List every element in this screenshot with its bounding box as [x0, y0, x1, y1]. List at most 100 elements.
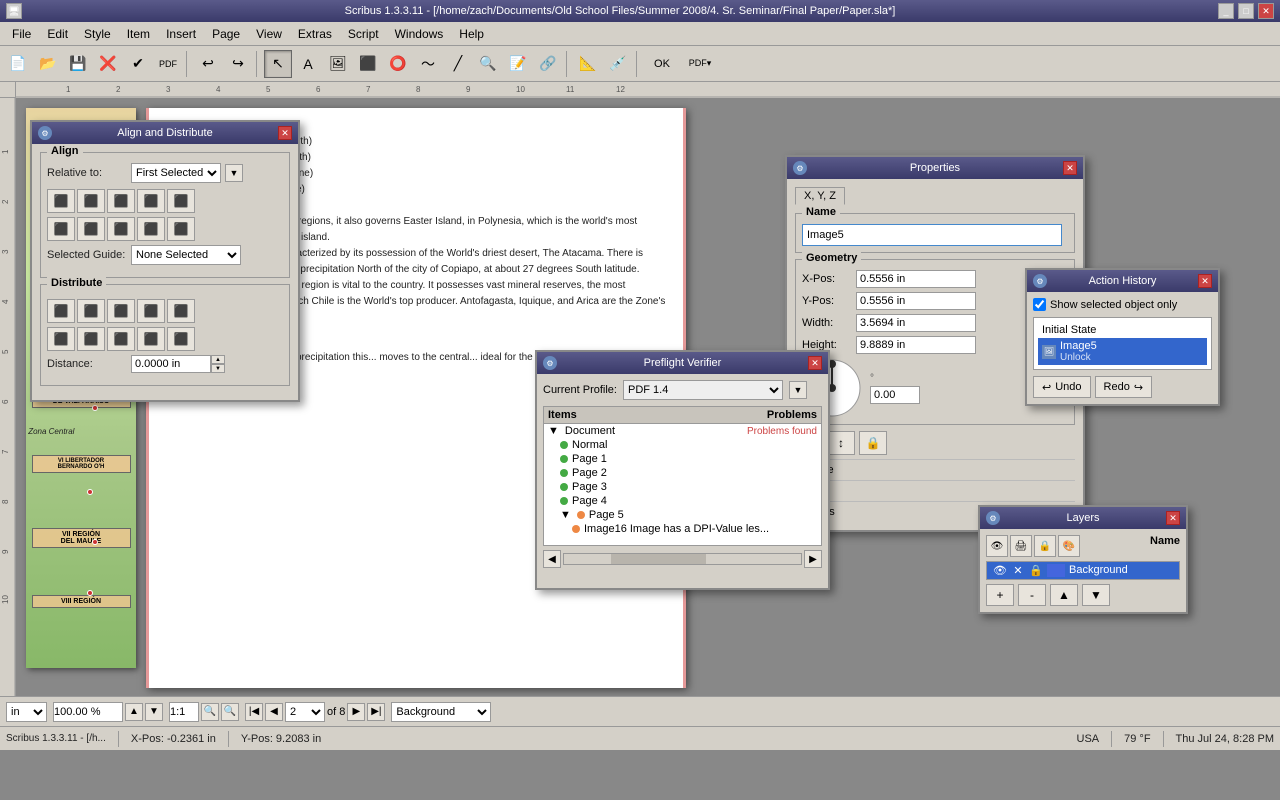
layer-lock-btn[interactable]: 🔒	[1034, 535, 1056, 557]
shape-tool[interactable]: ⭕	[384, 50, 412, 78]
dist-extra-btn[interactable]: ⬛	[167, 299, 195, 323]
layers-close[interactable]: ✕	[1166, 511, 1180, 525]
bezier-tool[interactable]: 〜	[414, 50, 442, 78]
layer-print-btn[interactable]: 🖨	[1010, 535, 1032, 557]
align-extra2-btn[interactable]: ⬛	[167, 217, 195, 241]
dist-vextra-btn[interactable]: ⬛	[167, 327, 195, 351]
zoom-tool[interactable]: 🔍	[474, 50, 502, 78]
titlebar-right-controls[interactable]: _ □ ✕	[1218, 3, 1274, 19]
dist-spread-btn[interactable]: ⬛	[137, 299, 165, 323]
ratio-input[interactable]	[169, 702, 199, 722]
rect-tool[interactable]: ⬛	[354, 50, 382, 78]
preflight-scroll-left[interactable]: ◀	[543, 550, 561, 568]
distance-up-btn[interactable]: ▲	[211, 355, 225, 364]
unit-select[interactable]: in mm pt	[6, 702, 47, 722]
preflight-scrollbar[interactable]	[563, 553, 802, 565]
redo-button[interactable]: ↪	[224, 50, 252, 78]
preflight-dropdown-btn[interactable]: ▼	[789, 381, 807, 399]
menu-edit[interactable]: Edit	[39, 25, 76, 43]
align-right-btn[interactable]: ⬛	[107, 189, 135, 213]
image-section-link[interactable]: Image	[795, 459, 1075, 480]
first-page-btn[interactable]: |◀	[245, 703, 263, 721]
selected-guide-select[interactable]: None Selected	[131, 245, 241, 265]
menu-page[interactable]: Page	[204, 25, 248, 43]
props-dialog-close[interactable]: ✕	[1063, 161, 1077, 175]
last-page-btn[interactable]: ▶|	[367, 703, 385, 721]
image5-item[interactable]: 🖼 Image5 Unlock	[1038, 338, 1207, 365]
link-tool[interactable]: 🔗	[534, 50, 562, 78]
align-bottom-btn[interactable]: ⬛	[107, 217, 135, 241]
align-dialog-close[interactable]: ✕	[278, 126, 292, 140]
close-button[interactable]: ✕	[1258, 3, 1274, 19]
align-left-btn[interactable]: ⬛	[47, 189, 75, 213]
align-center-v-btn[interactable]: ⬛	[77, 217, 105, 241]
show-selected-checkbox[interactable]	[1033, 298, 1046, 311]
name-input[interactable]	[802, 224, 1062, 246]
zoom-input[interactable]	[53, 702, 123, 722]
dist-center-btn[interactable]: ⬛	[77, 299, 105, 323]
distance-down-btn[interactable]: ▼	[211, 364, 225, 373]
action-close[interactable]: ✕	[1198, 274, 1212, 288]
relative-to-dropdown-btn[interactable]: ▼	[225, 164, 243, 182]
eyedropper-tool[interactable]: 💉	[604, 50, 632, 78]
dist-bottom-btn[interactable]: ⬛	[107, 327, 135, 351]
edit-content-tool[interactable]: 📝	[504, 50, 532, 78]
initial-state-item[interactable]: Initial State	[1038, 322, 1207, 338]
menu-style[interactable]: Style	[76, 25, 119, 43]
select-tool[interactable]: ↖	[264, 50, 292, 78]
align-top-btn[interactable]: ⬛	[47, 217, 75, 241]
close-doc-button[interactable]: ❌	[94, 50, 122, 78]
move-layer-up-btn[interactable]: ▲	[1050, 584, 1078, 606]
dist-top-btn[interactable]: ⬛	[47, 327, 75, 351]
distance-input[interactable]	[131, 355, 211, 373]
delete-layer-btn[interactable]: -	[1018, 584, 1046, 606]
titlebar-left-controls[interactable]: 🖥	[6, 3, 22, 19]
next-page-btn[interactable]: ▶	[347, 703, 365, 721]
width-input[interactable]	[856, 314, 976, 332]
menu-windows[interactable]: Windows	[387, 25, 452, 43]
pdf-button[interactable]: PDF▾	[682, 50, 718, 78]
height-input[interactable]	[856, 336, 976, 354]
open-button[interactable]: 📂	[34, 50, 62, 78]
preflight-profile-select[interactable]: PDF 1.4	[623, 380, 783, 400]
menu-file[interactable]: File	[4, 25, 39, 43]
ratio-zoom2-btn[interactable]: 🔍	[221, 703, 239, 721]
pdf-export-button[interactable]: PDF	[154, 50, 182, 78]
preflight-button[interactable]: ✔	[124, 50, 152, 78]
layer-eye-btn[interactable]: 👁	[986, 535, 1008, 557]
line-tool[interactable]: ╱	[444, 50, 472, 78]
line-section-link[interactable]: Line	[795, 480, 1075, 501]
menu-help[interactable]: Help	[451, 25, 492, 43]
layer-select[interactable]: Background	[391, 702, 491, 722]
undo-action-btn[interactable]: ↩ Undo	[1033, 376, 1091, 398]
layer-color-btn[interactable]: 🎨	[1058, 535, 1080, 557]
align-center-h-btn[interactable]: ⬛	[77, 189, 105, 213]
zoom-up-btn[interactable]: ▲	[125, 703, 143, 721]
undo-button[interactable]: ↩	[194, 50, 222, 78]
redo-action-btn[interactable]: Redo ↪	[1095, 376, 1153, 398]
layer-row-background[interactable]: 👁 ✕ 🔒 Background	[987, 562, 1179, 579]
xpos-input[interactable]	[856, 270, 976, 288]
page-select[interactable]: 2	[285, 702, 325, 722]
menu-script[interactable]: Script	[340, 25, 387, 43]
align-spread-v-btn[interactable]: ⬛	[137, 217, 165, 241]
menu-insert[interactable]: Insert	[158, 25, 204, 43]
lock-btn[interactable]: 🔒	[859, 431, 887, 455]
rotation-input[interactable]	[870, 386, 920, 404]
dist-right-btn[interactable]: ⬛	[107, 299, 135, 323]
ratio-zoom-btn[interactable]: 🔍	[201, 703, 219, 721]
dist-vspread-btn[interactable]: ⬛	[137, 327, 165, 351]
preflight-close[interactable]: ✕	[808, 356, 822, 370]
new-button[interactable]: 📄	[4, 50, 32, 78]
relative-to-select[interactable]: First Selected	[131, 163, 221, 183]
preflight-scroll-right[interactable]: ▶	[804, 550, 822, 568]
save-button[interactable]: 💾	[64, 50, 92, 78]
ok-button[interactable]: OK	[644, 50, 680, 78]
prev-page-btn[interactable]: ◀	[265, 703, 283, 721]
minimize-button[interactable]: _	[1218, 3, 1234, 19]
align-extra-btn[interactable]: ⬛	[167, 189, 195, 213]
measure-tool[interactable]: 📐	[574, 50, 602, 78]
flip-v-btn[interactable]: ↕	[827, 431, 855, 455]
menu-extras[interactable]: Extras	[290, 25, 340, 43]
align-spread-h-btn[interactable]: ⬛	[137, 189, 165, 213]
